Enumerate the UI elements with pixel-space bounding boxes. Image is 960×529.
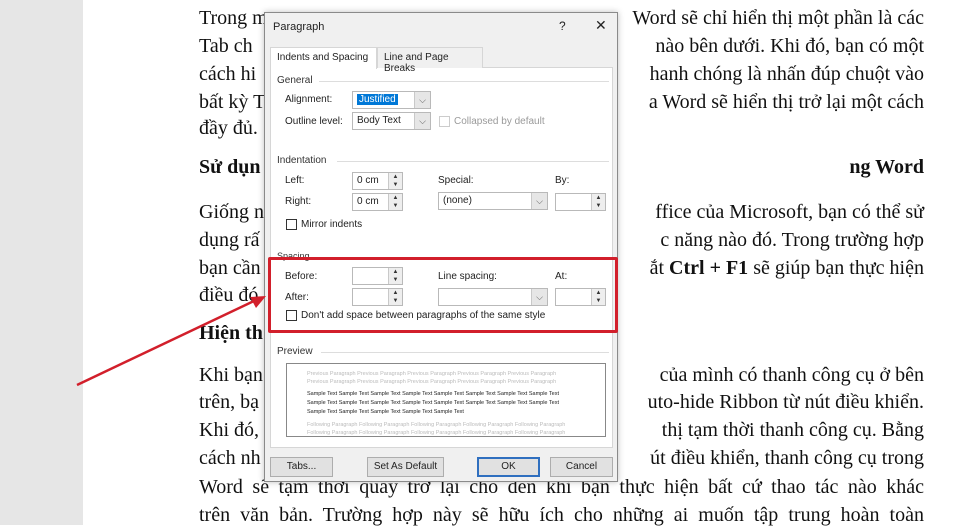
- arrow-line: [76, 298, 257, 387]
- annotation-arrow: [76, 296, 266, 387]
